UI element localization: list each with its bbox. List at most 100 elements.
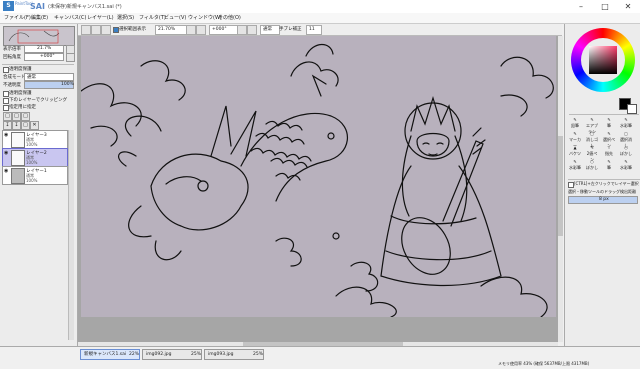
tool-bucket[interactable]: ▲ バケツ bbox=[568, 145, 582, 157]
layer-list-scrollbar[interactable] bbox=[68, 130, 74, 340]
blend-mode-select[interactable]: 通常 bbox=[24, 73, 74, 81]
transparency-protect-label: 透明度保護 bbox=[9, 91, 32, 96]
zoom-value: 21.7% bbox=[37, 46, 52, 51]
menu-select[interactable]: 選択(S) bbox=[117, 14, 134, 22]
menu-layer[interactable]: レイヤー(L) bbox=[87, 14, 114, 22]
drag-radius-label: 選択・移動ツールのドラッグ検出距離 bbox=[568, 189, 636, 194]
clipping-label: 下のレイヤーでクリッピング bbox=[9, 98, 68, 103]
tool-brush-2[interactable]: ✎ 筆 bbox=[602, 159, 616, 171]
tool-binary-pen[interactable]: ✎ 2値ペン bbox=[585, 145, 599, 162]
tool-label: バケツ bbox=[569, 151, 581, 156]
rotate-left-icon[interactable] bbox=[237, 25, 247, 35]
tool-airbrush[interactable]: ✎ エアブラシ bbox=[585, 117, 599, 134]
new-folder-button[interactable]: □ bbox=[21, 112, 30, 121]
drawing-canvas[interactable] bbox=[81, 36, 556, 317]
tab-canvas-1[interactable]: 新規キャンバス1.sai 22% bbox=[80, 349, 140, 360]
color-sv-square[interactable] bbox=[589, 46, 617, 74]
color-wheel[interactable] bbox=[571, 28, 635, 92]
zoom-out-icon[interactable] bbox=[196, 25, 206, 35]
merge-down-button[interactable]: ↧ bbox=[12, 121, 21, 130]
tool-pencil[interactable]: ✎ 鉛筆 bbox=[568, 117, 582, 129]
divider bbox=[569, 114, 639, 115]
transfer-down-button[interactable]: ↧ bbox=[3, 121, 12, 130]
title-bar: S PaintTool SAI (未保存)新規キャンバス1.sai (*) – … bbox=[0, 0, 640, 14]
tool-label: 筆 bbox=[607, 165, 611, 170]
divider bbox=[568, 179, 640, 180]
rotate-reset-button[interactable] bbox=[66, 53, 75, 62]
opacity-slider[interactable]: 100% bbox=[24, 81, 74, 89]
app-logo: S bbox=[3, 1, 14, 11]
tool-marker[interactable]: ✎ マーカー bbox=[568, 131, 582, 148]
rotate-right-icon[interactable] bbox=[247, 25, 257, 35]
clear-layer-button[interactable]: □ bbox=[21, 121, 30, 130]
ctrl-select-label: [CTRL]+左クリックでレイヤー選択 bbox=[574, 181, 639, 186]
artwork-lineart bbox=[81, 43, 554, 317]
layer-opacity: 100% bbox=[26, 160, 38, 165]
reference-label: 指定用に指定 bbox=[9, 105, 36, 110]
zoom-field[interactable]: 21.70% bbox=[155, 25, 187, 35]
rotate-label: 回転角度 bbox=[3, 55, 21, 60]
tool-watercolor[interactable]: ✎ 水彩筆 bbox=[619, 117, 633, 129]
opacity-label: 不透明度 bbox=[3, 83, 21, 88]
drag-radius-value: 8 px bbox=[599, 197, 609, 202]
eye-icon[interactable]: ◉ bbox=[4, 151, 9, 156]
layer-item[interactable]: ◉ レイヤー3 通常 100% bbox=[2, 130, 68, 149]
new-set-button[interactable]: □ bbox=[12, 112, 21, 121]
mode-select[interactable]: 通常 bbox=[260, 25, 280, 35]
vertical-scroll-thumb[interactable] bbox=[558, 136, 563, 236]
close-button[interactable]: ✕ bbox=[617, 0, 639, 13]
rotate-value: +000° bbox=[40, 54, 55, 59]
background-color-swatch[interactable] bbox=[627, 104, 637, 114]
right-panel: ✎ 鉛筆 ✎ エアブラシ ✎ 筆 ✎ 水彩筆 ✎ マーカー ▢ 消しゴム ✎ 選択ペン ▢ 選択… bbox=[564, 24, 640, 346]
opacity-value: 100% bbox=[61, 82, 74, 87]
app-name: SAI bbox=[30, 2, 45, 11]
vertical-scrollbar[interactable] bbox=[558, 36, 563, 342]
menu-canvas[interactable]: キャンバス(C) bbox=[54, 14, 86, 22]
tab-img093[interactable]: img093.jpg 25% bbox=[204, 349, 264, 360]
deselect-icon[interactable] bbox=[91, 25, 101, 35]
tool-blur[interactable]: ○ ぼかし bbox=[619, 145, 633, 157]
delete-layer-button[interactable]: ✕ bbox=[30, 121, 39, 130]
tool-watercolor-3[interactable]: ✎ 水彩筆 bbox=[619, 159, 633, 171]
stabilizer-select[interactable]: 11 bbox=[306, 25, 322, 35]
tool-label: 指先 bbox=[605, 151, 613, 156]
zoom-in-icon[interactable] bbox=[186, 25, 196, 35]
menu-window[interactable]: ウィンドウ(W) bbox=[188, 14, 222, 22]
menu-file[interactable]: ファイル(F) bbox=[4, 14, 31, 22]
layer-item[interactable]: ◉ レイヤー1 通常 100% bbox=[2, 166, 68, 185]
minimize-button[interactable]: – bbox=[570, 0, 592, 13]
angle-field[interactable]: +000° bbox=[209, 25, 239, 35]
eye-icon[interactable]: ◉ bbox=[4, 133, 9, 138]
tool-label: 水彩筆 bbox=[569, 165, 581, 170]
divider bbox=[2, 64, 74, 65]
tool-brush[interactable]: ✎ 筆 bbox=[602, 117, 616, 129]
blend-mode-value: 通常 bbox=[27, 75, 36, 80]
tool-watercolor-2[interactable]: ✎ 水彩筆 bbox=[568, 159, 582, 171]
layer-toolbar-row1: □ □ □ bbox=[3, 112, 73, 121]
menu-other[interactable]: その他(O) bbox=[218, 14, 241, 22]
maximize-button[interactable]: □ bbox=[594, 0, 616, 13]
menu-filter[interactable]: フィルタ(T) bbox=[139, 14, 166, 22]
tool-finger[interactable]: ☝ 指先 bbox=[602, 145, 616, 157]
menu-edit[interactable]: 編集(E) bbox=[31, 14, 48, 22]
navigator-preview[interactable] bbox=[3, 26, 75, 46]
show-selection-label: 選択範囲表示 bbox=[119, 27, 146, 32]
tool-select-pen[interactable]: ✎ 選択ペン bbox=[602, 131, 616, 148]
menu-view[interactable]: ビュー(V) bbox=[164, 14, 186, 22]
stabilizer-label: 手ブレ補正 bbox=[279, 27, 302, 32]
tool-label: 鉛筆 bbox=[571, 123, 579, 128]
tool-label: ぼかし bbox=[620, 151, 632, 156]
invert-selection-icon[interactable] bbox=[101, 25, 111, 35]
drag-radius-slider[interactable]: 8 px bbox=[568, 196, 638, 204]
tab-img092[interactable]: img092.jpg 25% bbox=[142, 349, 202, 360]
tool-blur-2[interactable]: ○ ぼかし bbox=[585, 159, 599, 171]
navigator-image bbox=[8, 29, 60, 44]
eye-icon[interactable]: ◉ bbox=[4, 169, 9, 174]
tool-label: 筆 bbox=[607, 123, 611, 128]
tab-zoom: 22% bbox=[129, 352, 140, 357]
tool-eraser[interactable]: ▢ 消しゴム bbox=[585, 131, 599, 148]
layer-item-selected[interactable]: ◉ レイヤー2 通常 100% bbox=[2, 148, 68, 167]
selection-tool-icon[interactable] bbox=[81, 25, 91, 35]
new-layer-button[interactable]: □ bbox=[3, 112, 12, 121]
tool-select-eraser[interactable]: ▢ 選択消し bbox=[619, 131, 633, 148]
